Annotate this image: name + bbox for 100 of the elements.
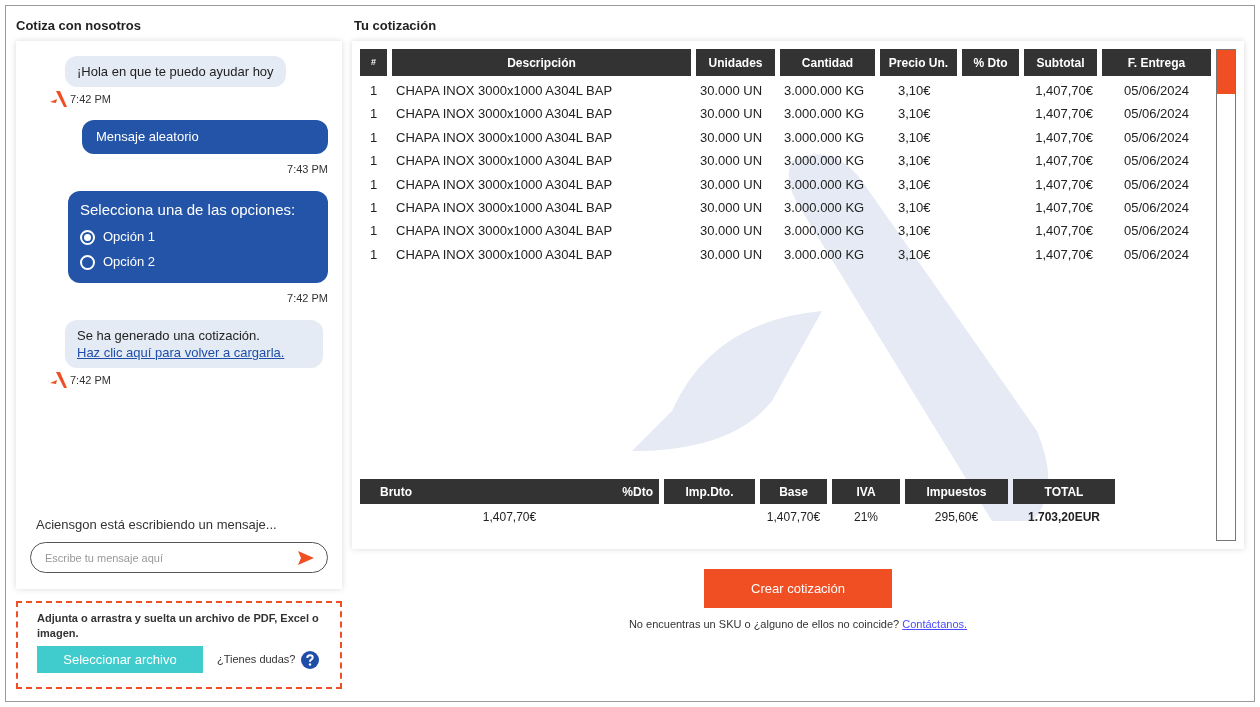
help-icon[interactable] — [301, 650, 320, 669]
create-quote-button[interactable]: Crear cotización — [704, 569, 892, 608]
table-cell-text: 3.000.000 KG — [784, 198, 865, 217]
table-cell-text: 1 — [369, 128, 378, 147]
table-cell-text: 30.000 UN — [700, 152, 763, 171]
table-cell-text: CHAPA INOX 3000x1000 A304L BAP — [396, 105, 613, 124]
total-value: 21% — [854, 509, 878, 526]
table-cell-text: 3,10€ — [898, 81, 931, 100]
table-cell-text: 1,407,70€ — [1035, 152, 1093, 171]
column-header: Precio Un. — [880, 49, 957, 76]
section-title: Tu cotización — [354, 17, 438, 35]
help-text: ¿Tienes dudas? — [217, 652, 296, 668]
table-cell-text: 1 — [369, 81, 378, 100]
table-cell-text: CHAPA INOX 3000x1000 A304L BAP — [396, 175, 613, 194]
option-label[interactable]: Opción 2 — [103, 252, 156, 272]
table-cell-text: 1,407,70€ — [1035, 198, 1093, 217]
table-cell-text: 1,407,70€ — [1035, 128, 1093, 147]
table-cell-text: 3.000.000 KG — [784, 105, 865, 124]
table-cell-text: 05/06/2024 — [1123, 245, 1190, 264]
column-header: %Dto — [622, 483, 653, 501]
column-header: Cantidad — [780, 49, 875, 76]
total-value: 1,407,70€ — [766, 509, 821, 526]
upload-dropzone[interactable]: Adjunta o arrastra y suelta un archivo de PDF, Excel o imagen. Seleccionar archivo ¿Tienes dudas? — [16, 601, 342, 689]
table-cell-text: 3,10€ — [898, 152, 931, 171]
total-value: 1.703,20EUR — [1027, 509, 1100, 526]
table-cell-text: 1 — [369, 198, 378, 217]
table-cell-text: CHAPA INOX 3000x1000 A304L BAP — [396, 222, 613, 241]
radio-button[interactable] — [80, 229, 95, 245]
column-header: % Dto — [962, 49, 1019, 76]
column-header: Imp.Dto. — [664, 479, 755, 504]
column-header: # — [360, 49, 387, 76]
table-cell-text: 1 — [369, 105, 378, 124]
table-cell-text: 3,10€ — [898, 128, 931, 147]
table-cell-text: 3.000.000 KG — [784, 175, 865, 194]
table-cell-text: 3.000.000 KG — [784, 152, 865, 171]
table-cell-text: 1 — [369, 245, 378, 264]
column-header: Base — [760, 479, 827, 504]
option-label[interactable]: Opción 1 — [103, 227, 156, 247]
column-header: Subtotal — [1024, 49, 1097, 76]
table-cell-text: 30.000 UN — [700, 81, 763, 100]
send-icon[interactable] — [298, 551, 314, 565]
scrollbar-thumb[interactable] — [1217, 50, 1235, 94]
column-header: IVA — [832, 479, 900, 504]
table-cell-text: 1 — [369, 152, 378, 171]
total-value: 295,60€ — [934, 509, 979, 526]
table-cell-text: 3.000.000 KG — [784, 245, 865, 264]
contact-link[interactable]: Contáctanos. — [902, 618, 968, 630]
bot-avatar-icon — [48, 90, 68, 108]
table-cell-text: 1 — [369, 222, 378, 241]
table-cell-text: 1,407,70€ — [1035, 245, 1093, 264]
table-cell-text: 30.000 UN — [700, 175, 763, 194]
table-cell-text: 1,407,70€ — [1035, 105, 1093, 124]
message-time: 7:43 PM — [287, 161, 328, 177]
section-title: Cotiza con nosotros — [16, 17, 142, 35]
column-header: Impuestos — [905, 479, 1008, 504]
table-cell-text: 3,10€ — [898, 198, 931, 217]
table-cell-text: 1 — [369, 175, 378, 194]
table-cell-text: CHAPA INOX 3000x1000 A304L BAP — [396, 245, 613, 264]
table-cell-text: 3.000.000 KG — [784, 222, 865, 241]
table-cell-text: 30.000 UN — [700, 245, 763, 264]
radio-button[interactable] — [80, 254, 95, 270]
table-cell-text: 05/06/2024 — [1123, 222, 1190, 241]
message-input[interactable]: Escribe tu mensaje aquí — [30, 542, 328, 573]
column-header: TOTAL — [1013, 479, 1115, 504]
message-time: 7:42 PM — [287, 290, 328, 306]
table-cell-text: 05/06/2024 — [1123, 175, 1190, 194]
table-cell-text: 05/06/2024 — [1123, 81, 1190, 100]
table-cell-text: CHAPA INOX 3000x1000 A304L BAP — [396, 128, 613, 147]
message-time: 7:42 PM — [70, 372, 111, 388]
table-cell-text: 3,10€ — [898, 105, 931, 124]
table-cell-text: 30.000 UN — [700, 222, 763, 241]
bot-message: ¡Hola en que te puedo ayudar hoy — [65, 56, 286, 87]
table-cell-text: 3.000.000 KG — [784, 81, 865, 100]
table-cell-text: 3.000.000 KG — [784, 128, 865, 147]
footer-text: No encuentras un SKU o ¿alguno de ellos no coincide? — [628, 618, 900, 630]
table-cell-text: CHAPA INOX 3000x1000 A304L BAP — [396, 81, 613, 100]
table-cell-text: CHAPA INOX 3000x1000 A304L BAP — [396, 152, 613, 171]
table-cell-text: 3,10€ — [898, 175, 931, 194]
table-cell-text: 1,407,70€ — [1035, 81, 1093, 100]
upload-instructions: Adjunta o arrastra y suelta un archivo de PDF, Excel o imagen. — [37, 611, 320, 641]
table-cell-text: 05/06/2024 — [1123, 198, 1190, 217]
scrollbar[interactable] — [1216, 49, 1236, 541]
options-prompt: Selecciona una de las opciones: — [80, 200, 297, 220]
table-cell-text: CHAPA INOX 3000x1000 A304L BAP — [396, 198, 613, 217]
total-value: 1,407,70€ — [482, 509, 537, 526]
table-cell-text: 1,407,70€ — [1035, 222, 1093, 241]
table-cell-text: 3,10€ — [898, 245, 931, 264]
table-cell-text: 3,10€ — [898, 222, 931, 241]
bot-message: Se ha generado una cotización. Haz clic aquí para volver a cargarla. — [65, 320, 323, 368]
column-header: Descripción — [392, 49, 691, 76]
table-cell-text: 30.000 UN — [700, 105, 763, 124]
column-header: F. Entrega — [1102, 49, 1211, 76]
column-header: Unidades — [696, 49, 775, 76]
reload-link[interactable]: Haz clic aquí para volver a cargarla. — [77, 345, 285, 360]
table-cell-text: 1,407,70€ — [1035, 175, 1093, 194]
bot-avatar-icon — [48, 371, 68, 389]
table-cell-text: 05/06/2024 — [1123, 128, 1190, 147]
typing-indicator: Aciensgon está escribiendo un mensaje... — [36, 515, 278, 534]
table-cell-text: 30.000 UN — [700, 198, 763, 217]
table-cell-text: 05/06/2024 — [1123, 105, 1190, 124]
